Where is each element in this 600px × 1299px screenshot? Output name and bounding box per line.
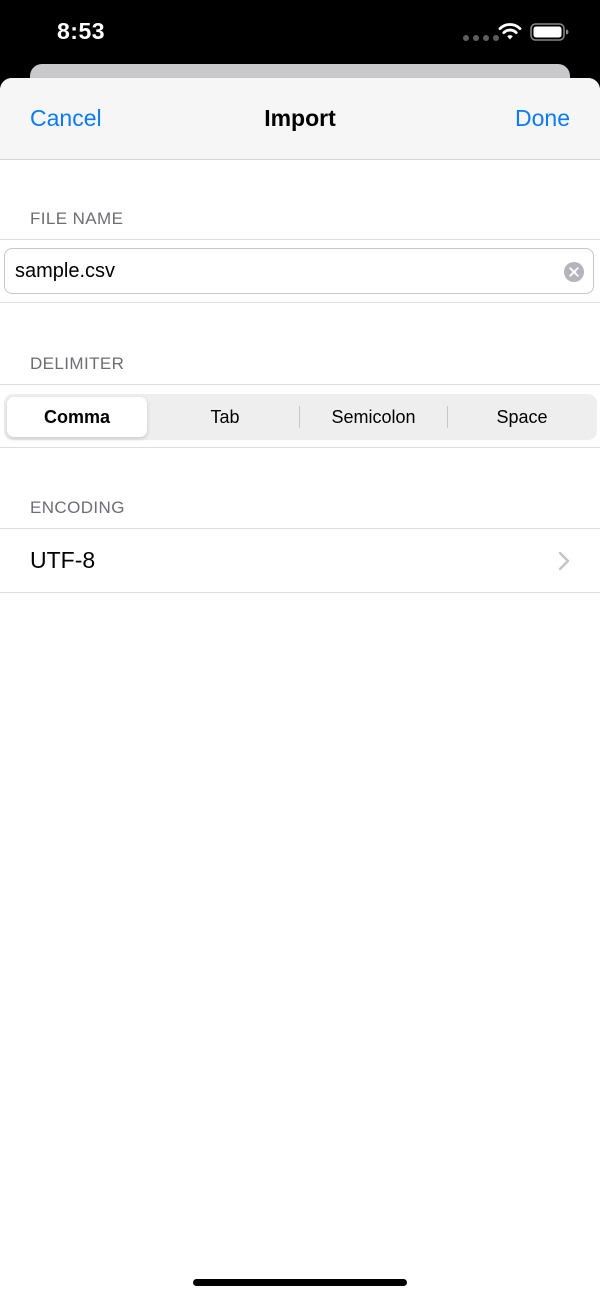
status-time: 8:53 — [57, 18, 106, 44]
status-bar: 8:53 — [0, 0, 600, 64]
encoding-value: UTF-8 — [30, 547, 96, 573]
file-name-section-header: FILE NAME — [30, 209, 124, 228]
segment-tab[interactable]: Tab — [151, 394, 299, 440]
page-title: Import — [264, 105, 336, 131]
divider — [0, 384, 600, 385]
segment-comma[interactable]: Comma — [7, 397, 147, 437]
chevron-right-icon — [558, 551, 570, 571]
divider — [0, 302, 600, 303]
file-name-input[interactable]: sample.csv — [4, 248, 594, 294]
divider — [0, 528, 600, 529]
encoding-row[interactable]: UTF-8 — [0, 530, 600, 592]
delimiter-segmented-control: Comma Tab Semicolon Space — [4, 394, 597, 440]
battery-icon — [530, 23, 569, 41]
wifi-icon — [498, 23, 522, 40]
navigation-bar: Cancel Import Done — [0, 78, 600, 160]
clear-icon[interactable] — [563, 261, 585, 283]
file-name-value: sample.csv — [15, 260, 116, 282]
home-indicator — [193, 1279, 407, 1286]
segment-space[interactable]: Space — [448, 394, 596, 440]
done-button[interactable]: Done — [515, 105, 570, 132]
divider — [0, 447, 600, 448]
divider — [0, 239, 600, 240]
screen: 8:53 Cancel Import Done FILE NAME sample… — [0, 0, 600, 1299]
segment-semicolon[interactable]: Semicolon — [300, 394, 447, 440]
signal-dots-icon — [463, 35, 501, 43]
encoding-section-header: ENCODING — [30, 498, 125, 517]
import-sheet: Cancel Import Done FILE NAME sample.csv … — [0, 78, 600, 1299]
delimiter-section-header: DELIMITER — [30, 354, 125, 373]
divider — [0, 592, 600, 593]
